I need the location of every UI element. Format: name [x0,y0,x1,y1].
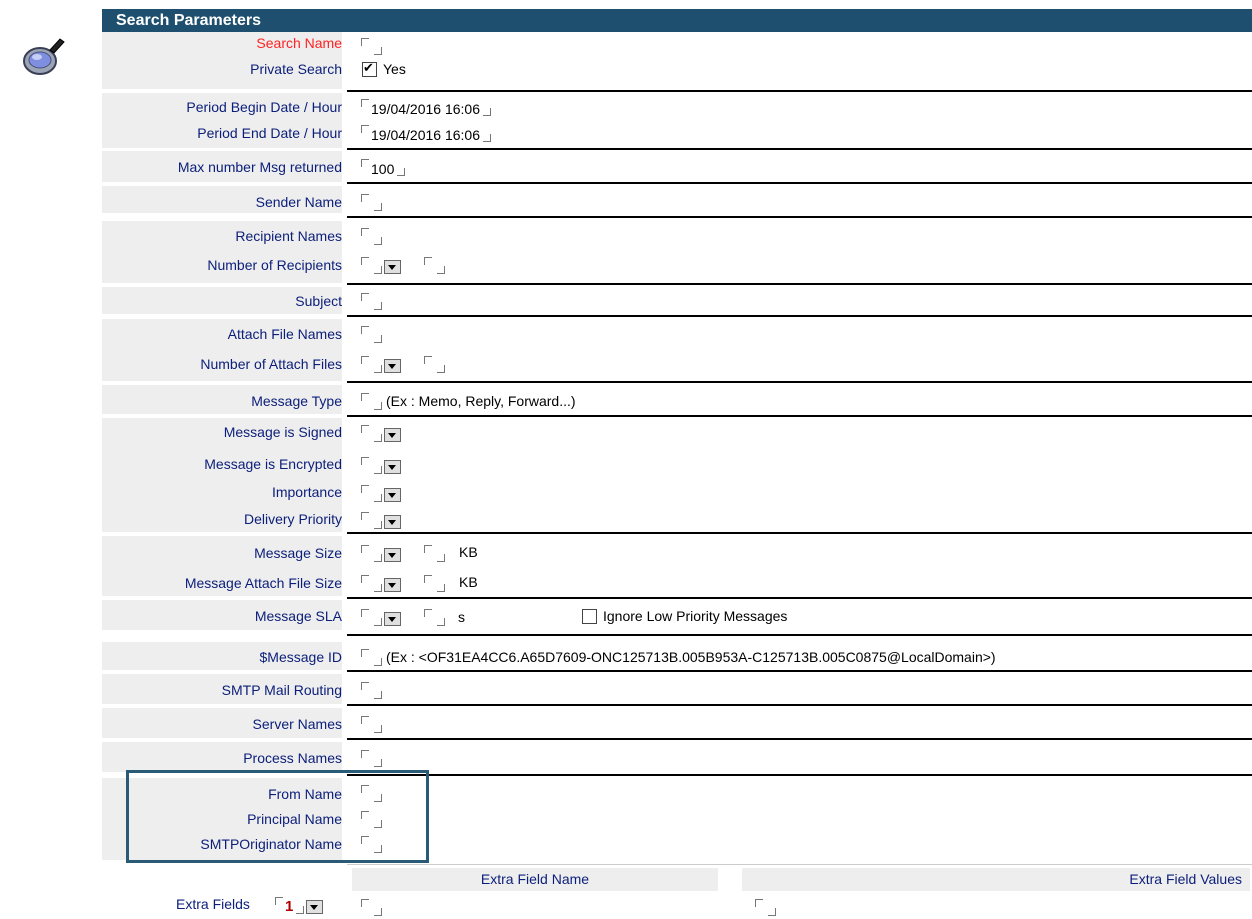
row-divider [347,283,1252,285]
attach-file-names-input[interactable] [361,324,382,344]
max-msg-input[interactable]: 100 [361,157,406,177]
row-divider [347,90,1252,92]
extra-fields-label: Extra Fields [176,896,250,912]
message-sla-unit: s [458,609,465,625]
chevron-down-icon[interactable] [384,460,401,474]
message-encrypted-label: Message is Encrypted [204,456,342,472]
period-begin-input[interactable]: 19/04/2016 16:06 [361,97,491,117]
delivery-priority-label: Delivery Priority [243,511,342,527]
highlight-box [126,770,429,863]
recipient-names-label: Recipient Names [235,228,342,244]
message-type-input[interactable] [361,391,382,411]
attach-file-size-input[interactable] [424,573,445,593]
message-id-hint: (Ex : <OF31EA4CC6.A65D7609-ONC125713B.00… [386,649,996,665]
period-begin-label: Period Begin Date / Hour [186,99,342,115]
ignore-low-priority-checkbox[interactable] [582,609,597,624]
sender-name-input[interactable] [361,192,382,212]
importance-label: Importance [271,484,342,500]
section-header: Search Parameters [102,9,1252,32]
message-id-input[interactable] [361,647,382,667]
chevron-down-icon[interactable] [384,260,401,274]
subject-label: Subject [295,293,342,309]
row-divider [347,415,1252,417]
message-size-operator[interactable] [361,543,401,563]
extra-field-values-header: Extra Field Values [742,868,1250,891]
period-end-label: Period End Date / Hour [197,125,342,141]
sender-name-label: Sender Name [255,194,342,210]
row-divider [347,774,1252,776]
chevron-down-icon[interactable] [384,548,401,562]
message-signed-label: Message is Signed [223,424,342,440]
chevron-down-icon[interactable] [384,612,401,626]
private-search-option: Yes [383,61,406,77]
row-divider [347,864,1252,865]
attach-file-size-label: Message Attach File Size [184,575,342,591]
message-size-label: Message Size [254,545,342,561]
extra-field-values-input[interactable] [755,897,776,917]
recipient-names-input[interactable] [361,226,382,246]
num-attach-files-operator[interactable] [361,354,401,374]
section-title: Search Parameters [116,12,261,29]
attach-file-size-unit: KB [459,574,478,590]
row-divider [347,738,1252,740]
message-size-input[interactable] [424,543,445,563]
chevron-down-icon[interactable] [384,515,401,529]
message-type-hint: (Ex : Memo, Reply, Forward...) [386,393,576,409]
row-divider [347,216,1252,218]
process-names-input[interactable] [361,748,382,768]
num-attach-files-input[interactable] [424,354,445,374]
delivery-priority-select[interactable] [361,510,401,530]
extra-fields-count[interactable]: 1 [275,895,324,915]
smtp-routing-label: SMTP Mail Routing [221,682,342,698]
chevron-down-icon[interactable] [384,359,401,373]
extra-field-name-header: Extra Field Name [352,868,718,891]
server-names-label: Server Names [252,716,342,732]
message-sla-input[interactable] [424,607,445,627]
magnifier-icon [23,38,65,75]
smtp-routing-input[interactable] [361,680,382,700]
extra-field-name-input[interactable] [361,897,382,917]
chevron-down-icon[interactable] [384,488,401,502]
period-end-input[interactable]: 19/04/2016 16:06 [361,123,491,143]
num-recipients-operator[interactable] [361,255,401,275]
row-divider [347,182,1252,184]
process-names-label: Process Names [243,750,342,766]
message-size-unit: KB [459,544,478,560]
importance-select[interactable] [361,483,401,503]
row-divider [347,532,1252,534]
private-search-label: Private Search [250,61,342,77]
row-divider [347,148,1252,150]
num-recipients-label: Number of Recipients [207,257,342,273]
row-divider [347,670,1252,672]
search-name-label: Search Name [256,35,342,51]
num-recipients-input[interactable] [424,255,445,275]
server-names-input[interactable] [361,714,382,734]
row-divider [347,704,1252,706]
row-divider [347,597,1252,599]
message-sla-operator[interactable] [361,607,401,627]
message-sla-label: Message SLA [254,608,342,624]
message-encrypted-select[interactable] [361,455,401,475]
row-divider [347,634,1252,636]
row-divider [347,315,1252,317]
message-signed-select[interactable] [361,423,401,443]
private-search-checkbox[interactable] [362,60,377,77]
ignore-low-priority-label: Ignore Low Priority Messages [603,608,788,624]
chevron-down-icon[interactable] [384,428,401,442]
message-type-label: Message Type [251,393,342,409]
message-id-label: $Message ID [259,649,342,665]
subject-input[interactable] [361,291,382,311]
attach-file-names-label: Attach File Names [227,326,342,342]
row-divider [347,381,1252,383]
num-attach-files-label: Number of Attach Files [200,356,342,372]
attach-file-size-operator[interactable] [361,573,401,593]
chevron-down-icon[interactable] [384,578,401,592]
search-name-input[interactable] [361,36,382,56]
chevron-down-icon[interactable] [306,900,324,914]
max-msg-label: Max number Msg returned [177,159,342,175]
